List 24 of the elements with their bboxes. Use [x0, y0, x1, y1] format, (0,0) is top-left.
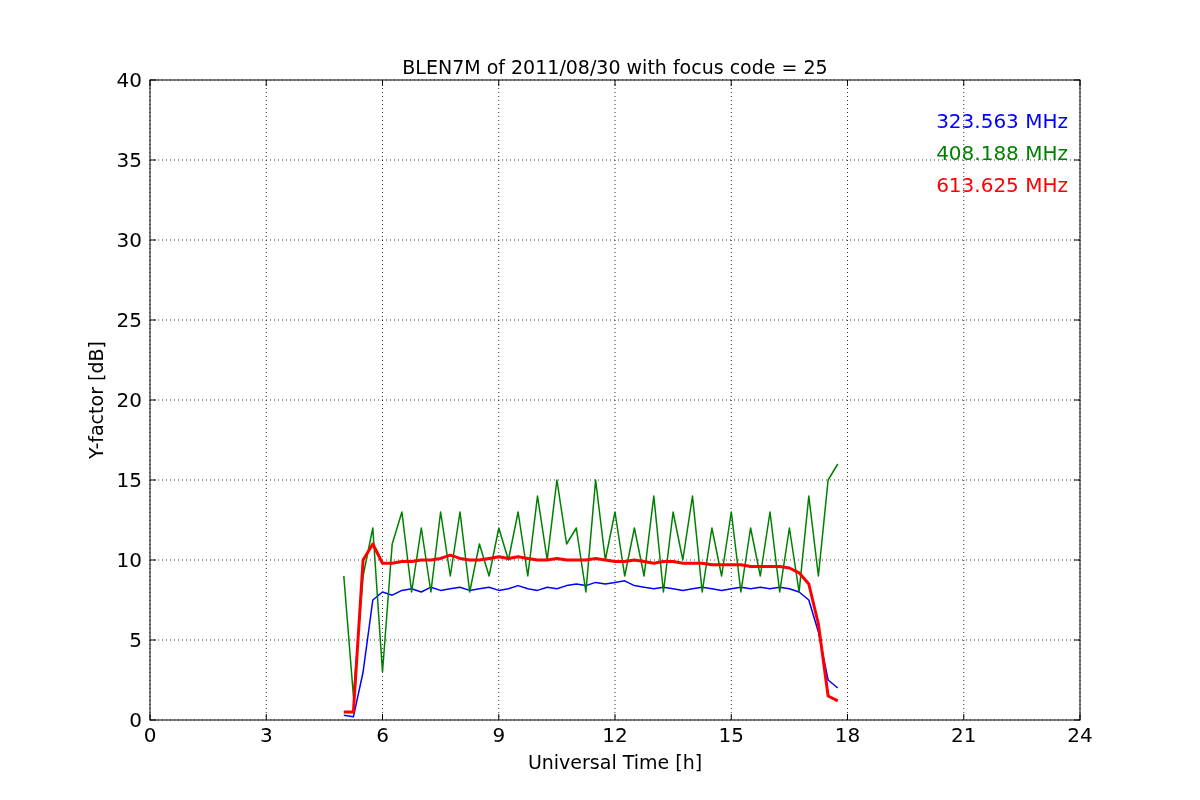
chart-title: BLEN7M of 2011/08/30 with focus code = 25 — [402, 56, 828, 78]
legend-label: 323.563 MHz — [936, 109, 1068, 133]
x-tick-label: 0 — [143, 723, 157, 747]
x-tick-label: 6 — [376, 723, 389, 747]
x-tick-label: 15 — [718, 723, 744, 747]
y-tick-label: 25 — [116, 308, 142, 332]
y-tick-label: 10 — [116, 548, 142, 572]
y-tick-label: 0 — [129, 708, 142, 732]
y-tick-label: 40 — [116, 68, 142, 92]
y-axis-label: Y-factor [dB] — [85, 341, 107, 459]
y-tick-label: 30 — [116, 228, 142, 252]
legend-label: 613.625 MHz — [936, 173, 1068, 197]
y-tick-label: 15 — [116, 468, 142, 492]
x-tick-label: 3 — [259, 723, 273, 747]
x-tick-label: 21 — [951, 723, 977, 747]
x-tick-label: 9 — [492, 723, 506, 747]
y-tick-label: 35 — [116, 148, 142, 172]
x-tick-label: 18 — [834, 723, 861, 747]
x-axis-label: Universal Time [h] — [527, 751, 703, 773]
legend-label: 408.188 MHz — [936, 141, 1068, 165]
y-tick-label: 20 — [116, 388, 142, 412]
x-tick-label: 12 — [602, 723, 628, 747]
y-tick-label: 5 — [129, 628, 142, 652]
x-tick-label: 24 — [1067, 723, 1093, 747]
